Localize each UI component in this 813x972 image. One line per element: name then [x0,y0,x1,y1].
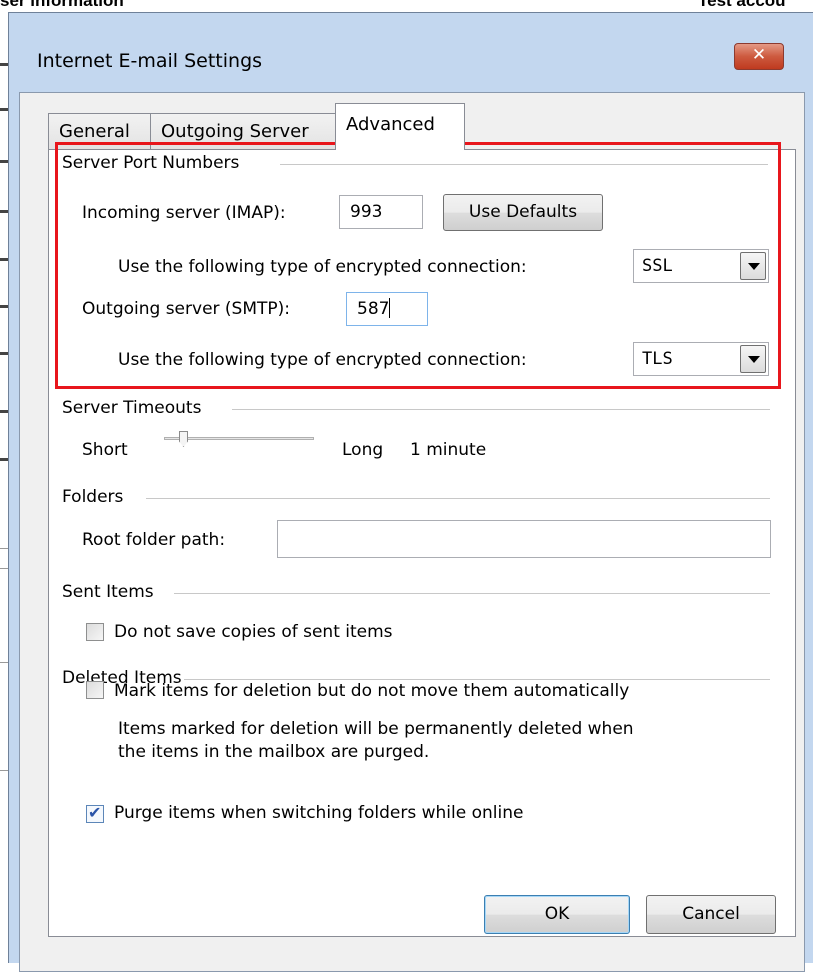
use-defaults-label: Use Defaults [468,202,578,222]
chevron-down-icon[interactable] [740,252,766,280]
incoming-encryption-label: Use the following type of encrypted conn… [118,257,527,277]
group-divider [146,498,770,499]
background-divider [0,770,8,771]
ok-button[interactable]: OK [484,895,630,934]
outgoing-port-input[interactable]: 587 [346,292,428,326]
background-divider [0,568,8,569]
root-folder-label: Root folder path: [82,530,226,550]
incoming-server-label: Incoming server (IMAP): [82,203,286,223]
background-edge-mark [0,410,8,413]
background-window-header: ser information Test accou [0,0,813,12]
tab-advanced[interactable]: Advanced [335,103,465,150]
close-button[interactable]: ✕ [734,43,784,70]
background-edge-mark [0,108,8,111]
cancel-button[interactable]: Cancel [646,895,776,934]
outgoing-port-value: 587 [357,299,390,319]
background-edge-mark [0,210,8,213]
timeout-short-label: Short [82,440,128,460]
outgoing-server-label: Outgoing server (SMTP): [82,299,291,319]
timeout-value-label: 1 minute [410,440,487,460]
chevron-down-icon[interactable] [740,345,766,373]
background-edge-mark [0,160,8,163]
background-edge-mark [0,458,8,461]
no-copies-label[interactable]: Do not save copies of sent items [114,622,393,642]
no-copies-checkbox[interactable] [86,623,104,641]
background-edge-mark [0,305,8,308]
use-defaults-button[interactable]: Use Defaults [443,194,603,231]
root-folder-input[interactable] [277,520,771,558]
sent-items-title: Sent Items [62,582,154,602]
outgoing-encryption-label: Use the following type of encrypted conn… [118,350,527,370]
tab-outgoing-server-label: Outgoing Server [161,121,309,142]
tab-general-label: General [59,121,130,142]
group-divider [232,409,770,410]
background-divider [0,548,8,549]
background-title-right: Test accou [698,0,786,10]
background-edge-mark [0,63,8,66]
incoming-encryption-value: SSL [642,256,673,276]
ok-label: OK [544,904,570,924]
incoming-port-input[interactable]: 993 [339,195,423,229]
incoming-port-value: 993 [350,202,383,222]
group-divider [280,164,768,165]
deletion-note-line-1: Items marked for deletion will be perman… [118,719,634,739]
timeout-long-label: Long [342,440,384,460]
outgoing-encryption-select[interactable]: TLS [633,342,769,376]
dialog-titlebar[interactable]: Internet E-mail Settings ✕ [9,13,813,93]
close-icon: ✕ [751,45,767,65]
deletion-note-line-2: the items in the mailbox are purged. [118,742,430,762]
group-divider [174,593,770,594]
purge-items-label[interactable]: Purge items when switching folders while… [114,803,523,823]
cancel-label: Cancel [682,904,740,924]
text-caret [389,298,391,318]
server-timeouts-title: Server Timeouts [62,398,202,418]
group-divider [184,679,770,680]
background-divider [0,662,8,663]
mark-for-deletion-label[interactable]: Mark items for deletion but do not move … [114,681,629,701]
incoming-encryption-select[interactable]: SSL [633,249,769,283]
tab-advanced-label: Advanced [346,114,435,135]
purge-items-checkbox[interactable] [86,803,104,823]
mark-for-deletion-checkbox[interactable] [86,681,104,699]
background-edge-mark [0,258,8,261]
server-port-numbers-title: Server Port Numbers [62,153,240,173]
background-edge-mark [0,352,8,355]
dialog-title: Internet E-mail Settings [37,50,263,72]
folders-title: Folders [62,487,124,507]
background-title-left: ser information [0,0,124,10]
outgoing-encryption-value: TLS [642,349,673,369]
